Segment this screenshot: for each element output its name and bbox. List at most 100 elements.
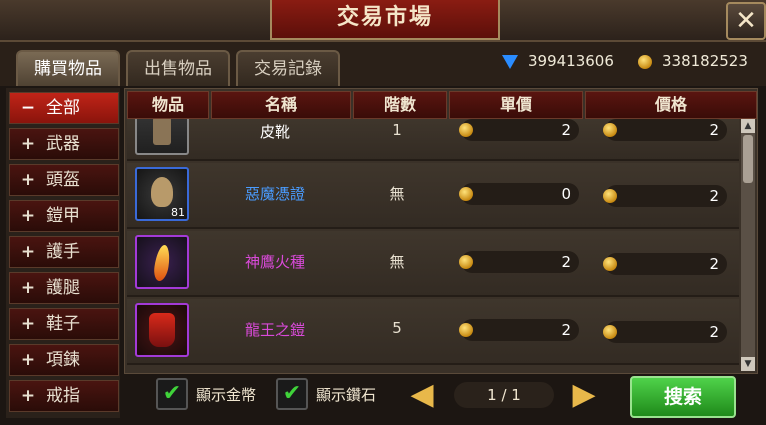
gold-coin-icon xyxy=(603,257,617,271)
table-row[interactable]: 神鷹火種 無 2 2 xyxy=(127,231,739,297)
scroll-thumb[interactable] xyxy=(743,135,753,183)
table-row[interactable]: 皮靴 1 2 2 xyxy=(127,119,739,161)
header-grade: 階數 xyxy=(353,91,447,119)
right-arrow-icon: ▶ xyxy=(572,377,596,412)
unit-price-value: 2 xyxy=(561,121,571,139)
category-weapon[interactable]: + 武器 xyxy=(9,128,119,160)
gold-balance: 338182523 xyxy=(638,52,748,72)
listing-panel: 物品 名稱 階數 單價 價格 皮靴 1 2 2 81 惡魔憑證 無 0 2 神鷹… xyxy=(124,88,758,374)
category-label: 武器 xyxy=(46,134,80,154)
header-name: 名稱 xyxy=(211,91,351,119)
diamond-balance: 399413606 xyxy=(502,52,614,72)
demon-token-icon: 81 xyxy=(135,167,189,221)
item-name: 龍王之鎧 xyxy=(244,321,305,339)
prev-page-button[interactable]: ◀ xyxy=(410,376,434,414)
boots-icon xyxy=(135,119,189,155)
item-name: 神鷹火種 xyxy=(244,253,305,271)
list-scrollbar[interactable]: ▲ ▼ xyxy=(741,119,755,371)
show-gold-checkbox[interactable]: ✔ xyxy=(156,378,188,410)
gold-coin-icon xyxy=(603,123,617,137)
price-value: 2 xyxy=(709,323,719,341)
header-unit-price: 單價 xyxy=(449,91,583,119)
gold-coin-icon xyxy=(459,123,473,137)
price-cell: 2 xyxy=(603,119,727,141)
close-icon: ✕ xyxy=(735,6,757,36)
unit-price-value: 2 xyxy=(561,253,571,271)
close-button[interactable]: ✕ xyxy=(726,2,766,40)
category-shoes[interactable]: + 鞋子 xyxy=(9,308,119,340)
category-sidebar: − 全部 + 武器 + 頭盔 + 鎧甲 + 護手 + 護腿 + 鞋子 + 項鍊 + 戒指 xyxy=(6,88,120,418)
expand-icon: + xyxy=(20,170,36,190)
flame-crystal-icon xyxy=(135,235,189,289)
show-gold-label: 顯示金幣 xyxy=(196,386,257,404)
expand-icon: + xyxy=(20,350,36,370)
unit-price-value: 2 xyxy=(561,321,571,339)
show-diamond-label: 顯示鑽石 xyxy=(316,386,377,404)
left-arrow-icon: ◀ xyxy=(410,377,434,412)
header-price: 價格 xyxy=(585,91,757,119)
item-name: 惡魔憑證 xyxy=(244,185,305,203)
unit-price-cell: 2 xyxy=(459,319,579,341)
price-cell: 2 xyxy=(603,185,727,207)
category-label: 護手 xyxy=(46,242,80,262)
expand-icon: + xyxy=(20,314,36,334)
gold-coin-icon xyxy=(459,255,473,269)
unit-price-cell: 2 xyxy=(459,251,579,273)
checkmark-icon: ✔ xyxy=(282,381,302,406)
gold-coin-icon xyxy=(603,189,617,203)
gold-coin-icon xyxy=(638,54,652,69)
category-label: 頭盔 xyxy=(46,170,80,190)
collapse-icon: − xyxy=(20,98,36,118)
item-name: 皮靴 xyxy=(259,123,290,141)
price-value: 2 xyxy=(709,121,719,139)
price-value: 2 xyxy=(709,187,719,205)
window-title: 交易市場 xyxy=(270,0,500,40)
category-label: 鞋子 xyxy=(46,314,80,334)
item-grade: 無 xyxy=(389,253,405,271)
expand-icon: + xyxy=(20,134,36,154)
show-diamond-checkbox[interactable]: ✔ xyxy=(276,378,308,410)
category-necklace[interactable]: + 項鍊 xyxy=(9,344,119,376)
category-helmet[interactable]: + 頭盔 xyxy=(9,164,119,196)
price-cell: 2 xyxy=(603,321,727,343)
table-header: 物品 名稱 階數 單價 價格 xyxy=(125,89,757,119)
category-all[interactable]: − 全部 xyxy=(9,92,119,124)
item-count: 81 xyxy=(171,206,185,219)
gold-amount: 338182523 xyxy=(662,52,748,70)
next-page-button[interactable]: ▶ xyxy=(572,376,596,414)
diamond-amount: 399413606 xyxy=(528,52,614,70)
table-row[interactable]: 81 惡魔憑證 無 0 2 xyxy=(127,163,739,229)
category-label: 鎧甲 xyxy=(46,206,80,226)
tab-sell[interactable]: 出售物品 xyxy=(126,50,230,86)
header-item: 物品 xyxy=(127,91,209,119)
gold-coin-icon xyxy=(459,187,473,201)
expand-icon: + xyxy=(20,386,36,406)
search-button[interactable]: 搜索 xyxy=(630,376,736,418)
tab-buy[interactable]: 購買物品 xyxy=(16,50,120,86)
category-gloves[interactable]: + 護手 xyxy=(9,236,119,268)
page-indicator: 1 / 1 xyxy=(454,382,554,408)
scroll-up-icon[interactable]: ▲ xyxy=(741,119,755,133)
gold-coin-icon xyxy=(603,325,617,339)
category-label: 戒指 xyxy=(46,386,80,406)
price-value: 2 xyxy=(709,255,719,273)
diamond-icon xyxy=(502,54,518,69)
category-ring[interactable]: + 戒指 xyxy=(9,380,119,412)
category-armor[interactable]: + 鎧甲 xyxy=(9,200,119,232)
item-grade: 無 xyxy=(389,185,405,203)
price-cell: 2 xyxy=(603,253,727,275)
tab-history[interactable]: 交易記錄 xyxy=(236,50,340,86)
unit-price-cell: 2 xyxy=(459,119,579,141)
unit-price-value: 0 xyxy=(561,185,571,203)
category-label: 全部 xyxy=(46,98,80,118)
item-grade: 5 xyxy=(392,319,402,337)
scroll-down-icon[interactable]: ▼ xyxy=(741,357,755,371)
unit-price-cell: 0 xyxy=(459,183,579,205)
expand-icon: + xyxy=(20,206,36,226)
expand-icon: + xyxy=(20,242,36,262)
expand-icon: + xyxy=(20,278,36,298)
category-leggings[interactable]: + 護腿 xyxy=(9,272,119,304)
table-row[interactable]: 龍王之鎧 5 2 2 xyxy=(127,299,739,365)
category-label: 項鍊 xyxy=(46,350,80,370)
dragon-armor-icon xyxy=(135,303,189,357)
